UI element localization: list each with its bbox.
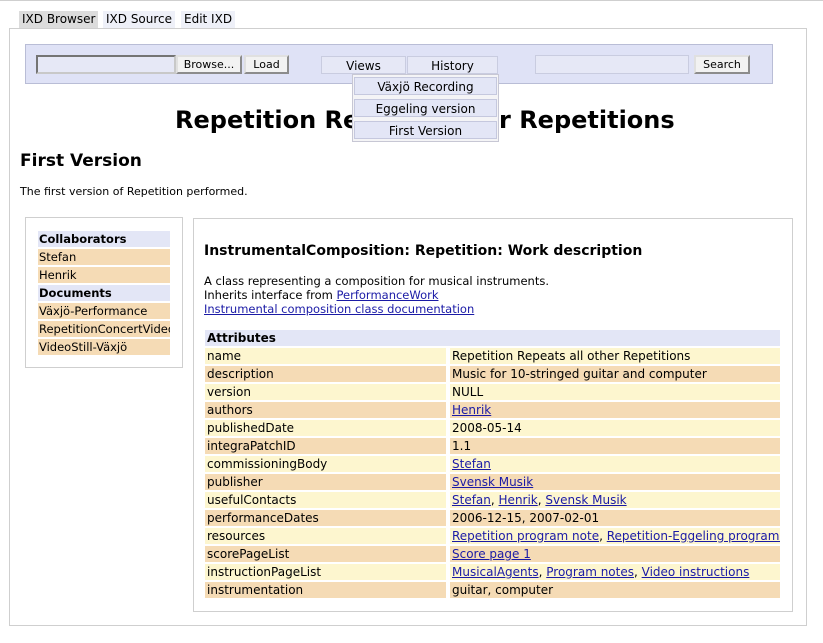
- attribute-link[interactable]: MusicalAgents: [452, 565, 539, 579]
- attribute-value: Repetition Repeats all other Repetitions: [450, 348, 780, 364]
- version-subtitle: First Version: [20, 151, 142, 171]
- attribute-row-authors: authors Henrik: [205, 402, 780, 418]
- load-button[interactable]: Load: [244, 55, 289, 74]
- attribute-link[interactable]: Repetition program note: [452, 529, 599, 543]
- attribute-value: Svensk Musik: [450, 474, 780, 490]
- attribute-row-resources: resources Repetition program note, Repeti…: [205, 528, 780, 544]
- attribute-link[interactable]: Video instructions: [642, 565, 750, 579]
- attribute-row-instrumentation: instrumentation guitar, computer: [205, 582, 780, 598]
- attributes-heading: Attributes: [205, 330, 780, 346]
- search-input[interactable]: [535, 55, 689, 74]
- inherits-line: Inherits interface from PerformanceWork: [204, 288, 439, 302]
- views-menu-button[interactable]: Views: [321, 56, 406, 74]
- attribute-value: Music for 10-stringed guitar and compute…: [450, 366, 780, 382]
- history-menu-button[interactable]: History: [407, 56, 498, 74]
- tab-ixd-source[interactable]: IXD Source: [103, 11, 176, 28]
- attribute-key: description: [205, 366, 446, 382]
- attribute-link[interactable]: Henrik: [499, 493, 538, 507]
- attribute-row-integraPatchID: integraPatchID 1.1: [205, 438, 780, 454]
- performance-work-link[interactable]: PerformanceWork: [337, 288, 439, 302]
- attribute-value: MusicalAgents, Program notes, Video inst…: [450, 564, 780, 580]
- documents-heading: Documents: [38, 285, 170, 301]
- tab-bar: IXD Browser IXD Source Edit IXD: [0, 0, 823, 29]
- history-item-eggeling-version[interactable]: Eggeling version: [354, 99, 497, 117]
- attribute-row-performanceDates: performanceDates 2006-12-15, 2007-02-01: [205, 510, 780, 526]
- file-path-input[interactable]: [36, 55, 176, 74]
- link-separator: ,: [633, 565, 642, 579]
- search-button[interactable]: Search: [694, 55, 750, 74]
- attribute-key: resources: [205, 528, 446, 544]
- attribute-row-usefulContacts: usefulContacts Stefan, Henrik, Svensk Mus…: [205, 492, 780, 508]
- attribute-key: instructionPageList: [205, 564, 446, 580]
- attribute-key: instrumentation: [205, 582, 446, 598]
- class-doc-line: Instrumental composition class documenta…: [204, 302, 474, 316]
- attribute-link[interactable]: Svensk Musik: [545, 493, 626, 507]
- document-item-vaxjo-performance[interactable]: Växjö-Performance: [38, 303, 170, 319]
- class-documentation-link[interactable]: Instrumental composition class documenta…: [204, 302, 474, 316]
- document-item-repetition-concert-video[interactable]: RepetitionConcertVideo: [38, 321, 170, 337]
- history-dropdown: Växjö Recording Eggeling version First V…: [352, 74, 499, 142]
- version-description: The first version of Repetition performe…: [20, 185, 248, 198]
- attribute-key: usefulContacts: [205, 492, 446, 508]
- attribute-link[interactable]: Repetition-Eggeling program note: [607, 529, 780, 543]
- attribute-link[interactable]: Score page 1: [452, 547, 531, 561]
- browse-button[interactable]: Browse...: [176, 55, 242, 74]
- document-item-videostill-vaxjo[interactable]: VideoStill-Växjö: [38, 339, 170, 355]
- attribute-row-version: version NULL: [205, 384, 780, 400]
- attribute-link[interactable]: Stefan: [452, 493, 491, 507]
- attribute-key: publisher: [205, 474, 446, 490]
- history-item-vaxjo-recording[interactable]: Växjö Recording: [354, 77, 497, 95]
- attribute-link[interactable]: Program notes: [546, 565, 634, 579]
- attribute-row-commissioningBody: commissioningBody Stefan: [205, 456, 780, 472]
- tab-ixd-browser[interactable]: IXD Browser: [19, 11, 99, 28]
- attribute-value: Henrik: [450, 402, 780, 418]
- attribute-key: scorePageList: [205, 546, 446, 562]
- attribute-link[interactable]: Stefan: [452, 457, 491, 471]
- tab-edit-ixd[interactable]: Edit IXD: [181, 11, 236, 28]
- link-separator: ,: [599, 529, 607, 543]
- collaborator-item-henrik[interactable]: Henrik: [38, 267, 170, 283]
- attribute-key: integraPatchID: [205, 438, 446, 454]
- attribute-key: name: [205, 348, 446, 364]
- attribute-value: 2008-05-14: [450, 420, 780, 436]
- attribute-link[interactable]: Henrik: [452, 403, 491, 417]
- attribute-value: 1.1: [450, 438, 780, 454]
- attribute-value: 2006-12-15, 2007-02-01: [450, 510, 780, 526]
- attribute-value: Stefan: [450, 456, 780, 472]
- attribute-key: version: [205, 384, 446, 400]
- attribute-key: performanceDates: [205, 510, 446, 526]
- attribute-value: Repetition program note, Repetition-Egge…: [450, 528, 780, 544]
- attribute-value: Score page 1: [450, 546, 780, 562]
- class-description: A class representing a composition for m…: [204, 274, 549, 288]
- attribute-row-publishedDate: publishedDate 2008-05-14: [205, 420, 780, 436]
- work-description-title: InstrumentalComposition: Repetition: Wor…: [204, 243, 643, 259]
- attribute-row-name: name Repetition Repeats all other Repetit…: [205, 348, 780, 364]
- attribute-key: publishedDate: [205, 420, 446, 436]
- attribute-key: authors: [205, 402, 446, 418]
- collaborator-item-stefan[interactable]: Stefan: [38, 249, 170, 265]
- attribute-key: commissioningBody: [205, 456, 446, 472]
- link-separator: ,: [490, 493, 499, 507]
- attribute-row-description: description Music for 10-stringed guitar …: [205, 366, 780, 382]
- attribute-row-publisher: publisher Svensk Musik: [205, 474, 780, 490]
- attribute-value: guitar, computer: [450, 582, 780, 598]
- attribute-row-scorePageList: scorePageList Score page 1: [205, 546, 780, 562]
- attribute-value: Stefan, Henrik, Svensk Musik: [450, 492, 780, 508]
- history-item-first-version[interactable]: First Version: [354, 121, 497, 139]
- inherits-prefix: Inherits interface from: [204, 288, 333, 302]
- attribute-value: NULL: [450, 384, 780, 400]
- attribute-row-instructionPageList: instructionPageList MusicalAgents, Progra…: [205, 564, 780, 580]
- collaborators-heading: Collaborators: [38, 231, 170, 247]
- attribute-link[interactable]: Svensk Musik: [452, 475, 533, 489]
- page-title-right: r Repetitions: [499, 106, 675, 134]
